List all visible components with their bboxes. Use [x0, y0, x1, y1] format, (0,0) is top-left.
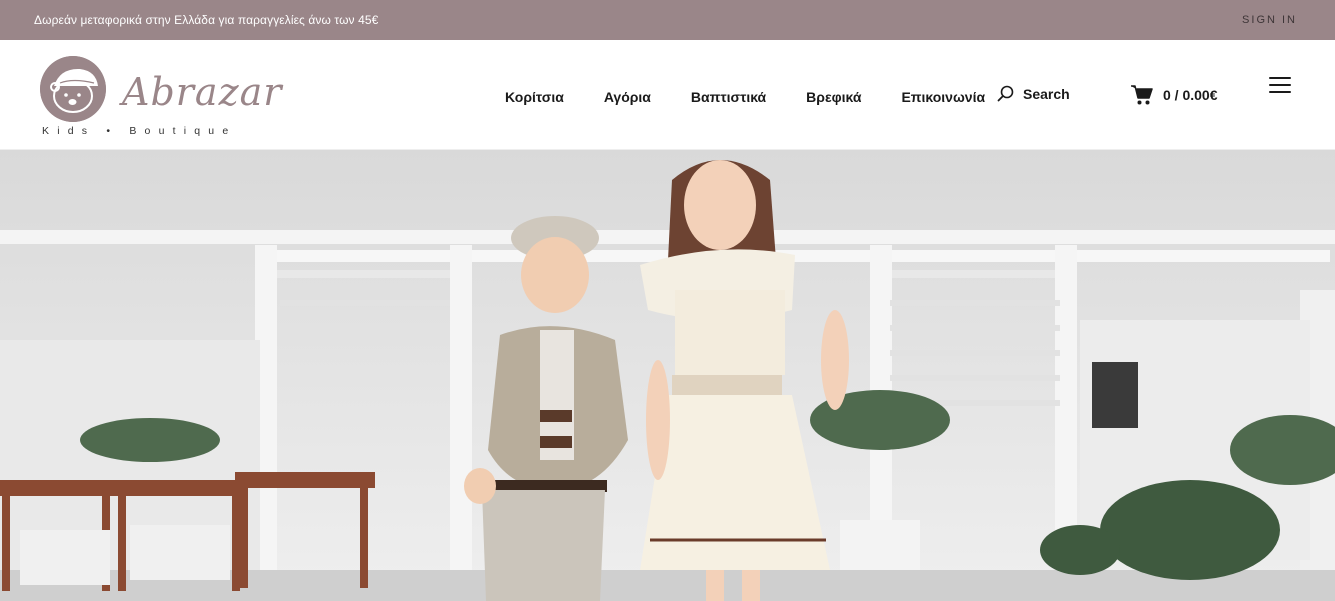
hero-photo — [0, 150, 1335, 601]
nav-item-christening[interactable]: Βαπτιστικά — [691, 89, 766, 105]
sign-in-link[interactable]: SIGN IN — [1242, 14, 1297, 26]
main-navigation: Κορίτσια Αγόρια Βαπτιστικά Βρεφικά Επικο… — [505, 89, 985, 105]
search-icon — [997, 85, 1014, 102]
nav-item-contact[interactable]: Επικοινωνία — [901, 89, 985, 105]
hamburger-icon[interactable] — [1269, 77, 1291, 93]
cart-total: 0 / 0.00€ — [1163, 87, 1218, 103]
logo-wordmark: Abrazar — [122, 70, 283, 114]
bear-cap-icon — [40, 56, 106, 122]
cart-icon — [1131, 85, 1153, 105]
nav-item-girls[interactable]: Κορίτσια — [505, 89, 564, 105]
logo-tagline: Kids • Boutique — [42, 125, 237, 137]
nav-item-boys[interactable]: Αγόρια — [604, 89, 651, 105]
search-label: Search — [1023, 85, 1070, 102]
nav-item-baby[interactable]: Βρεφικά — [806, 89, 861, 105]
site-logo[interactable]: Abrazar Kids • Boutique — [40, 56, 281, 142]
top-announcement-bar: Δωρεάν μεταφορικά στην Ελλάδα για παραγγ… — [0, 0, 1335, 40]
cart-button[interactable]: 0 / 0.00€ — [1131, 85, 1218, 105]
search-button[interactable]: Search — [997, 85, 1070, 102]
site-header: Abrazar Kids • Boutique Κορίτσια Αγόρια … — [0, 40, 1335, 150]
free-shipping-promo: Δωρεάν μεταφορικά στην Ελλάδα για παραγγ… — [34, 13, 379, 27]
hero-banner-image — [0, 150, 1335, 601]
